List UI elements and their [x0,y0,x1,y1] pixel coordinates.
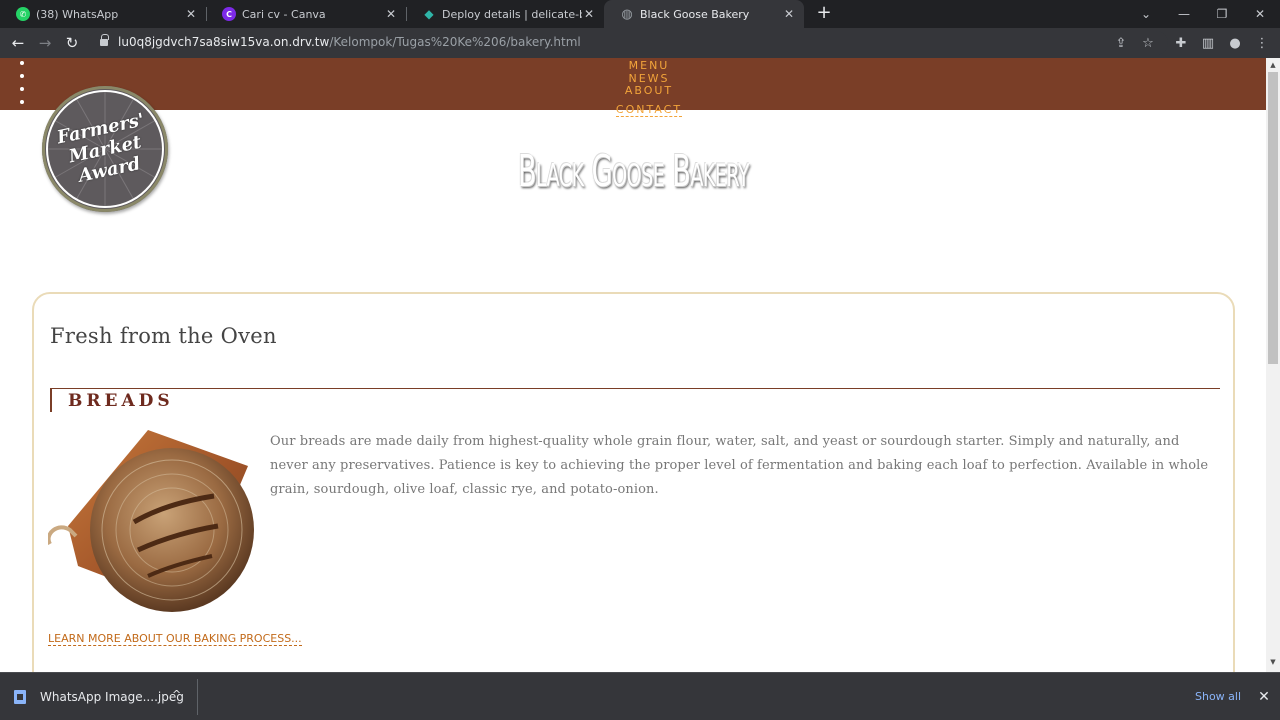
tab-deploy-details[interactable]: ◆ Deploy details | delicate-brigade ✕ [406,0,604,28]
url-text[interactable]: lu0q8jgdvch7sa8siw15va.on.drv.tw/Kelompo… [118,35,581,49]
nav-link-about[interactable]: ABOUT [0,85,1266,98]
scroll-down-arrow-icon[interactable]: ▼ [1266,658,1280,668]
lock-icon [100,34,109,47]
close-tab-icon[interactable]: ✕ [782,7,796,21]
extensions-icon[interactable]: ✚ [1172,34,1190,52]
tab-title: Black Goose Bakery [640,7,750,21]
profile-icon[interactable]: ● [1226,34,1244,52]
restore-button[interactable]: ❐ [1204,0,1240,28]
close-tab-icon[interactable]: ✕ [384,7,398,21]
download-filename: WhatsApp Image....jpeg [40,690,184,704]
tab-search-icon[interactable]: ⌄ [1128,0,1164,28]
farmers-market-award-badge: Farmers' Market Award [42,86,168,212]
new-tab-button[interactable]: + [814,3,834,23]
globe-icon: ◍ [621,6,633,22]
site-logo: Black Goose Bakery [517,146,750,197]
page-viewport: MENU NEWS ABOUT CONTACT Farmers' Market … [0,58,1266,672]
download-shelf: WhatsApp Image....jpeg ^ Show all ✕ [0,672,1280,720]
tab-title: Deploy details | delicate-brigade [442,7,582,21]
netlify-icon: ◆ [424,7,434,21]
card-title: Fresh from the Oven [50,324,277,348]
share-icon[interactable]: ⇪ [1112,34,1130,52]
scroll-thumb[interactable] [1268,72,1278,364]
chevron-up-icon[interactable]: ^ [172,688,181,701]
close-tab-icon[interactable]: ✕ [184,7,198,21]
fresh-from-oven-card: Fresh from the Oven BREADS Our breads ar… [32,292,1235,672]
minimize-button[interactable]: — [1166,0,1202,28]
canva-icon: C [222,7,236,21]
tab-whatsapp[interactable]: ✆ (38) WhatsApp ✕ [0,0,206,28]
nav-link-menu[interactable]: MENU [0,59,1266,73]
address-bar[interactable]: lu0q8jgdvch7sa8siw15va.on.drv.tw/Kelompo… [88,31,1168,55]
url-path: /Kelompok/Tugas%20Ke%206/bakery.html [329,35,581,49]
close-window-button[interactable]: ✕ [1242,0,1278,28]
tab-title: (38) WhatsApp [36,7,119,21]
show-all-button[interactable]: Show all [1190,687,1246,707]
scroll-up-arrow-icon[interactable]: ▲ [1266,61,1280,71]
forward-button[interactable]: → [34,32,56,54]
menu-kebab-icon[interactable]: ⋮ [1253,34,1271,52]
page-scrollbar[interactable]: ▲ ▼ [1266,58,1280,672]
whatsapp-icon: ✆ [16,7,30,21]
tab-strip: ✆ (38) WhatsApp ✕ C Cari cv - Canva ✕ ◆ … [0,0,1280,28]
site-navigation: MENU NEWS ABOUT CONTACT [0,58,1266,118]
close-tab-icon[interactable]: ✕ [582,7,596,21]
close-shelf-icon[interactable]: ✕ [1256,687,1272,707]
breads-description: Our breads are made daily from highest-q… [270,434,1209,497]
side-panel-icon[interactable]: ▥ [1199,34,1217,52]
tab-title: Cari cv - Canva [242,7,326,21]
section-header-breads: BREADS [50,388,1220,412]
bread-loaf-image [48,430,254,612]
nav-link-contact[interactable]: CONTACT [615,104,683,118]
tab-canva[interactable]: C Cari cv - Canva ✕ [206,0,406,28]
reload-button[interactable]: ↻ [61,32,83,54]
section-title: BREADS [68,391,174,411]
browser-toolbar: ← → ↻ lu0q8jgdvch7sa8siw15va.on.drv.tw/K… [0,28,1280,58]
image-file-icon [14,690,26,704]
bookmark-star-icon[interactable]: ☆ [1139,34,1157,52]
back-button[interactable]: ← [7,32,29,54]
learn-more-link[interactable]: LEARN MORE ABOUT OUR BAKING PROCESS... [48,632,302,646]
download-item[interactable]: WhatsApp Image....jpeg [14,687,184,707]
url-host: lu0q8jgdvch7sa8siw15va.on.drv.tw [118,35,330,49]
tab-black-goose-bakery[interactable]: ◍ Black Goose Bakery ✕ [604,0,804,28]
